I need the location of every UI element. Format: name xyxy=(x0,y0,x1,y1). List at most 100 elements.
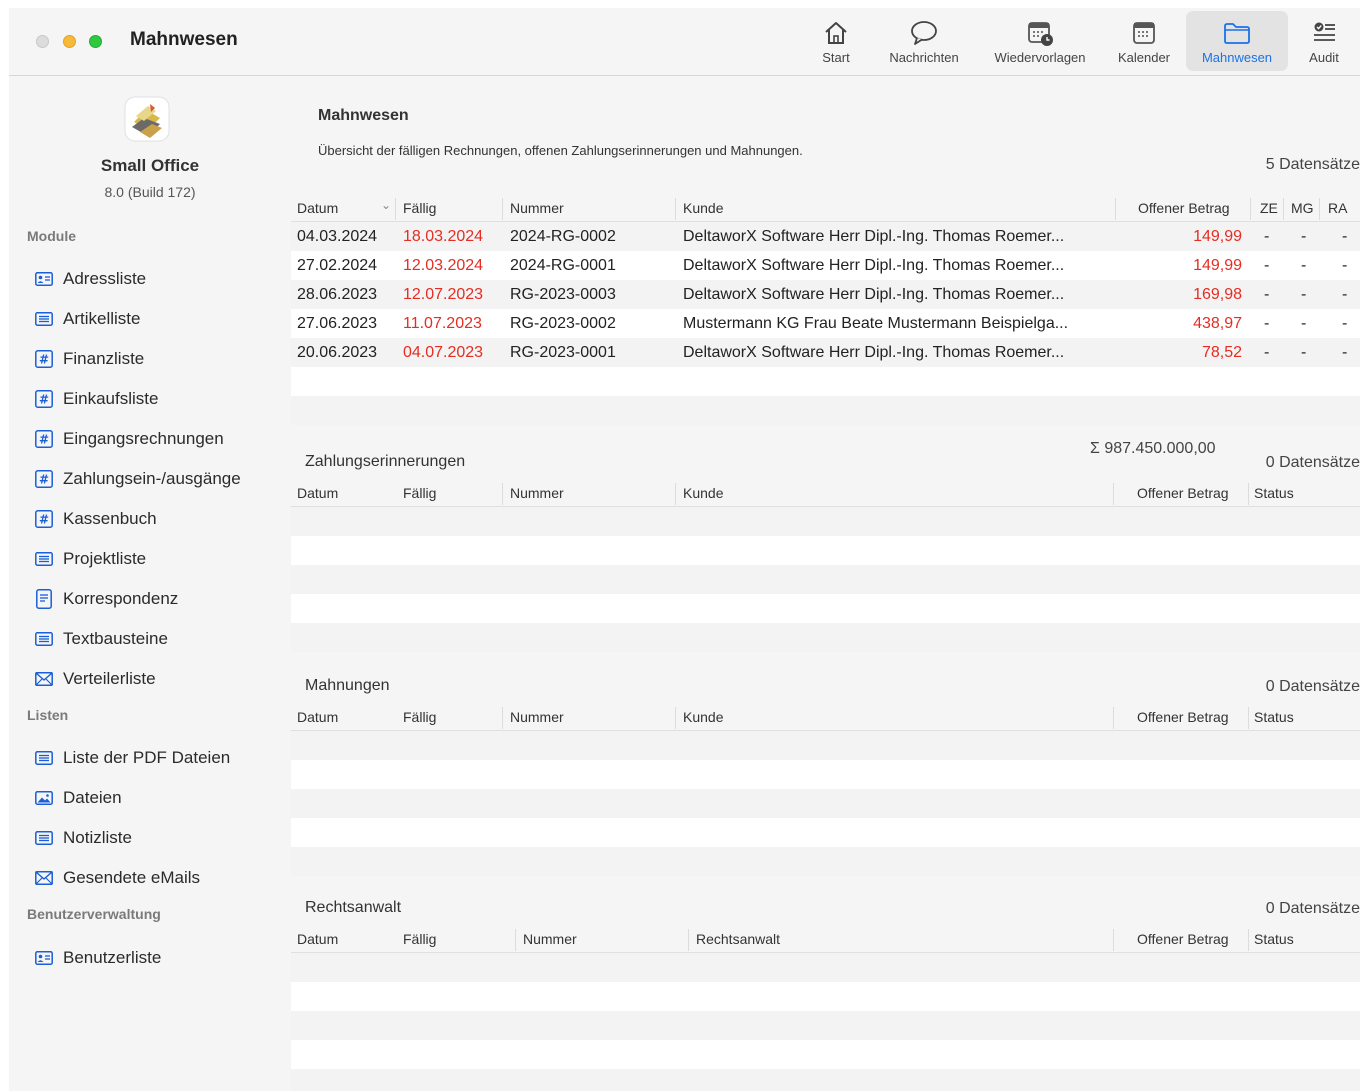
sidebar-item-verteilerliste[interactable]: Verteilerliste xyxy=(35,666,156,692)
column-header-mg[interactable]: MG xyxy=(1291,200,1314,216)
table-row[interactable]: 28.06.2023 12.07.2023 RG-2023-0003 Delta… xyxy=(291,280,1360,309)
list-icon xyxy=(35,630,53,648)
column-header-kunde[interactable]: Kunde xyxy=(683,485,723,501)
toolbar-start-button[interactable]: Start xyxy=(807,11,865,71)
sidebar-item-label: Projektliste xyxy=(63,549,147,568)
empty-row xyxy=(291,953,1360,982)
column-header-status[interactable]: Status xyxy=(1254,931,1294,947)
empty-row xyxy=(291,623,1360,652)
column-header-datum[interactable]: Datum xyxy=(297,200,338,216)
column-header-faellig[interactable]: Fällig xyxy=(403,200,436,216)
empty-row xyxy=(291,367,1360,396)
sidebar-item-adressliste[interactable]: Adressliste xyxy=(35,266,146,292)
toolbar-mahnwesen-button[interactable]: Mahnwesen xyxy=(1186,11,1288,71)
column-header-kunde[interactable]: Kunde xyxy=(683,200,723,216)
toolbar-audit-button[interactable]: Audit xyxy=(1297,11,1351,71)
column-header-rechtsanwalt[interactable]: Rechtsanwalt xyxy=(696,931,780,947)
sidebar-item-notizliste[interactable]: Notizliste xyxy=(35,825,132,851)
cell-datum: 27.06.2023 xyxy=(297,315,378,332)
sidebar-item-zahlungsein-ausgaenge[interactable]: # Zahlungsein-/ausgänge xyxy=(35,466,241,492)
sidebar-item-benutzerliste[interactable]: Benutzerliste xyxy=(35,945,161,971)
sidebar-item-projektliste[interactable]: Projektliste xyxy=(35,546,146,572)
svg-text:#: # xyxy=(39,393,49,407)
column-header-datum[interactable]: Datum xyxy=(297,485,338,501)
table-row[interactable]: 20.06.2023 04.07.2023 RG-2023-0001 Delta… xyxy=(291,338,1360,367)
column-header-faellig[interactable]: Fällig xyxy=(403,709,436,725)
column-header-offener-betrag[interactable]: Offener Betrag xyxy=(1137,485,1229,501)
column-header-ze[interactable]: ZE xyxy=(1260,200,1278,216)
home-icon xyxy=(807,19,865,47)
empty-row xyxy=(291,789,1360,818)
cell-betrag: 438,97 xyxy=(1193,315,1242,332)
cell-datum: 28.06.2023 xyxy=(297,286,378,303)
sidebar-item-artikelliste[interactable]: Artikelliste xyxy=(35,306,140,332)
column-header-ra[interactable]: RA xyxy=(1328,200,1347,216)
cell-ze: - xyxy=(1264,228,1270,245)
reminders-table: Datum Fällig Nummer Kunde Offener Betrag… xyxy=(291,481,1360,652)
cell-nummer: RG-2023-0001 xyxy=(510,344,616,361)
empty-row xyxy=(291,396,1360,425)
toolbar-start-label: Start xyxy=(822,50,850,65)
sidebar-item-gesendete-emails[interactable]: Gesendete eMails xyxy=(35,865,200,891)
toolbar-kalender-label: Kalender xyxy=(1117,50,1171,65)
column-header-nummer[interactable]: Nummer xyxy=(510,709,564,725)
column-header-status[interactable]: Status xyxy=(1254,485,1294,501)
column-header-nummer[interactable]: Nummer xyxy=(510,200,564,216)
checklist-icon xyxy=(1297,19,1351,47)
sidebar-item-finanzliste[interactable]: # Finanzliste xyxy=(35,346,144,372)
column-header-kunde[interactable]: Kunde xyxy=(683,709,723,725)
table-row[interactable]: 27.02.2024 12.03.2024 2024-RG-0001 Delta… xyxy=(291,251,1360,280)
sidebar-item-dateien[interactable]: Dateien xyxy=(35,785,122,811)
sidebar-item-label: Zahlungsein-/ausgänge xyxy=(63,469,241,488)
empty-row xyxy=(291,507,1360,536)
table-row[interactable]: 04.03.2024 18.03.2024 2024-RG-0002 Delta… xyxy=(291,222,1360,251)
column-header-offener-betrag[interactable]: Offener Betrag xyxy=(1138,200,1230,216)
column-header-faellig[interactable]: Fällig xyxy=(403,485,436,501)
table-header: Datum Fällig Nummer Rechtsanwalt Offener… xyxy=(291,927,1360,953)
invoices-table: Datum ⌄ Fällig Nummer Kunde Offener Betr… xyxy=(291,196,1360,425)
sidebar-item-label: Korrespondenz xyxy=(63,589,179,608)
toolbar-kalender-button[interactable]: Kalender xyxy=(1107,11,1181,71)
column-header-datum[interactable]: Datum xyxy=(297,931,338,947)
minimize-window-button[interactable] xyxy=(63,35,76,48)
calendar-clock-icon xyxy=(983,19,1097,47)
cell-kunde: DeltaworX Software Herr Dipl.-Ing. Thoma… xyxy=(683,228,1065,245)
table-row[interactable]: 27.06.2023 11.07.2023 RG-2023-0002 Muste… xyxy=(291,309,1360,338)
column-header-nummer[interactable]: Nummer xyxy=(510,485,564,501)
lawyer-title: Rechtsanwalt xyxy=(305,899,402,916)
list-icon xyxy=(35,829,53,847)
cell-kunde: DeltaworX Software Herr Dipl.-Ing. Thoma… xyxy=(683,286,1065,303)
close-window-button[interactable] xyxy=(36,35,49,48)
column-header-offener-betrag[interactable]: Offener Betrag xyxy=(1137,931,1229,947)
toolbar-nachrichten-button[interactable]: Nachrichten xyxy=(877,11,971,71)
sidebar-item-liste-der-pdf-dateien[interactable]: Liste der PDF Dateien xyxy=(35,745,230,771)
sidebar-item-korrespondenz[interactable]: Korrespondenz xyxy=(35,586,178,612)
column-header-offener-betrag[interactable]: Offener Betrag xyxy=(1137,709,1229,725)
sort-chevron-icon[interactable]: ⌄ xyxy=(381,198,391,212)
sidebar-item-label: Dateien xyxy=(63,788,122,807)
sidebar-item-einkaufsliste[interactable]: # Einkaufsliste xyxy=(35,386,158,412)
sidebar-item-textbausteine[interactable]: Textbausteine xyxy=(35,626,168,652)
table-header: Datum Fällig Nummer Kunde Offener Betrag… xyxy=(291,705,1360,731)
column-header-datum[interactable]: Datum xyxy=(297,709,338,725)
cell-nummer: RG-2023-0003 xyxy=(510,286,616,303)
cell-faellig: 12.03.2024 xyxy=(403,257,484,274)
svg-text:#: # xyxy=(39,513,49,527)
cell-datum: 04.03.2024 xyxy=(297,228,378,245)
empty-row xyxy=(291,1069,1360,1091)
sidebar-item-kassenbuch[interactable]: # Kassenbuch xyxy=(35,506,157,532)
table-header: Datum ⌄ Fällig Nummer Kunde Offener Betr… xyxy=(291,196,1360,222)
empty-row xyxy=(291,731,1360,760)
zoom-window-button[interactable] xyxy=(89,35,102,48)
sidebar-item-eingangsrechnungen[interactable]: # Eingangsrechnungen xyxy=(35,426,224,452)
column-header-nummer[interactable]: Nummer xyxy=(523,931,577,947)
cell-faellig: 12.07.2023 xyxy=(403,286,484,303)
calendar-icon xyxy=(1107,19,1181,47)
column-header-faellig[interactable]: Fällig xyxy=(403,931,436,947)
toolbar-wiedervorlagen-button[interactable]: Wiedervorlagen xyxy=(983,11,1097,71)
hash-icon: # xyxy=(35,510,53,528)
empty-row xyxy=(291,982,1360,1011)
toolbar-wiedervorlagen-label: Wiedervorlagen xyxy=(994,50,1086,65)
column-header-status[interactable]: Status xyxy=(1254,709,1294,725)
empty-row xyxy=(291,594,1360,623)
